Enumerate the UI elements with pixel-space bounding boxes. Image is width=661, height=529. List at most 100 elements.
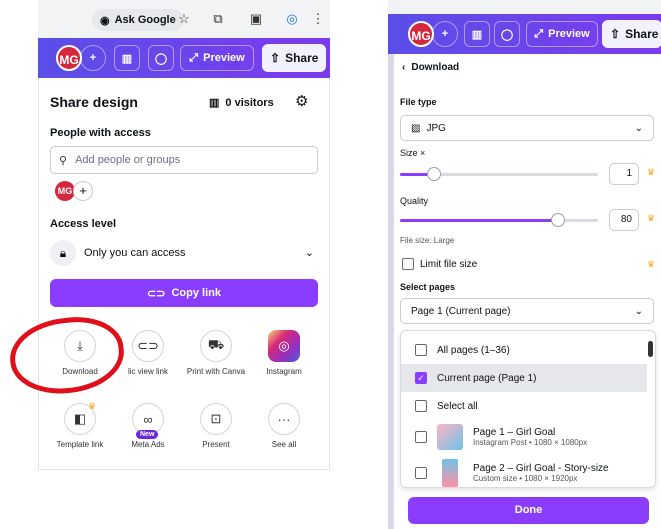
size-input[interactable]: 1 [609,163,639,185]
crown-icon: ♛ [647,259,656,269]
quality-slider-fill [400,219,559,222]
select-pages-dropdown[interactable]: Page 1 (Current page) ⌄ [400,298,654,324]
comments-button[interactable]: ◯ [494,21,520,47]
checkbox [415,431,427,443]
chevron-left-icon: ‹ [402,62,406,73]
meta-ads-option[interactable]: ∞ Meta Ads [113,403,183,449]
size-slider[interactable] [400,167,598,181]
public-view-label: lic view link [127,367,168,376]
add-collaborator-button[interactable]: + [432,21,458,47]
select-all-option[interactable]: Select all [401,392,647,420]
insights-button[interactable]: ▥ [114,45,140,71]
star-icon[interactable]: ☆ [176,11,192,27]
crown-icon: ♛ [647,213,656,223]
template-label: Template link [56,440,104,449]
share-label: Share [625,27,659,41]
people-access-label: People with access [50,127,151,139]
avatar[interactable]: MG [408,21,434,47]
print-label: Print with Canva [186,367,246,376]
comment-icon: ◯ [500,28,514,41]
more-icon: ··· [268,403,300,435]
preview-button[interactable]: ⤢ Preview [526,21,598,47]
add-person-button[interactable]: + [73,181,93,201]
done-button[interactable]: Done [408,497,649,524]
file-type-label: File type [400,97,437,107]
present-option[interactable]: ⊡ Present [181,403,251,449]
comments-button[interactable]: ◯ [148,45,174,71]
editor-toolbar: MG + ▥ ◯ ⤢ Preview ⇧ Share [388,14,661,54]
print-with-canva-option[interactable]: ⛟ Print with Canva [181,330,251,376]
collaborator-avatar[interactable]: MG [55,181,75,201]
link-icon: ⊂⊃ [147,287,166,300]
extensions-icon[interactable]: ⧉ [210,11,226,27]
people-search-input[interactable]: ⚲ Add people or groups [50,146,318,174]
pages-dropdown-menu: All pages (1–36) ✓ Current page (Page 1)… [400,330,656,488]
see-all-option[interactable]: ··· See all [249,403,319,449]
quality-input[interactable]: 80 [609,209,639,231]
share-label: Share [285,51,319,65]
editor-sidebar-edge [388,54,394,529]
page-thumbnail [437,424,463,450]
checkbox [415,467,427,479]
file-type-select[interactable]: ▨ JPG ⌄ [400,115,654,141]
ask-google-button[interactable]: ◉ Ask Google [92,9,184,31]
page-subtitle: Instagram Post • 1080 × 1080px [473,438,588,447]
avatar[interactable]: MG [56,45,82,71]
expand-icon: ⤢ [189,51,199,64]
back-to-share-button[interactable]: ‹ Download [402,62,459,73]
access-level-select[interactable]: 🔒︎ Only you can access ⌄ [50,238,318,268]
preview-label: Preview [203,52,245,64]
share-panel-screenshot: ◉ Ask Google ☆ ⧉ ▣ ◎ ⋮ MG + ▥ ◯ ⤢ Preview… [38,0,330,470]
page-title: Page 2 – Girl Goal - Story-size [473,463,609,474]
option-label: Current page (Page 1) [437,372,537,384]
chart-icon: ▥ [471,28,483,41]
search-icon: ⚲ [59,154,68,167]
file-size-text: File size: Large [400,236,455,245]
gear-icon[interactable]: ⚙ [295,92,308,110]
file-type-value: JPG [426,122,446,134]
quality-label: Quality [400,196,429,206]
chevron-down-icon: ⌄ [634,305,643,317]
kebab-menu-icon[interactable]: ⋮ [310,11,326,27]
page-subtitle: Custom size • 1080 × 1920px [473,474,578,483]
current-page-option[interactable]: ✓ Current page (Page 1) [401,364,647,392]
share-button[interactable]: ⇧ Share [602,20,661,48]
page-2-option[interactable]: Page 2 – Girl Goal - Story-size Custom s… [401,457,647,487]
reading-mode-icon[interactable]: ▣ [248,11,264,27]
comment-icon: ◯ [154,52,168,65]
limit-file-size-label: Limit file size [420,258,478,270]
scrollbar[interactable] [648,341,653,357]
people-placeholder: Add people or groups [75,154,181,166]
share-design-card: Share design ▥ 0 visitors ⚙ People with a… [38,78,330,470]
preview-button[interactable]: ⤢ Preview [180,45,254,71]
size-slider-handle[interactable] [426,167,441,181]
insights-button[interactable]: ▥ [464,21,490,47]
page-1-option[interactable]: Page 1 – Girl Goal Instagram Post • 1080… [401,421,647,453]
quality-slider-handle[interactable] [551,213,566,227]
copy-link-button[interactable]: ⊂⊃ Copy link [50,279,318,307]
download-panel-screenshot: MG + ▥ ◯ ⤢ Preview ⇧ Share ‹ Download File… [388,0,661,529]
profile-icon[interactable]: ◎ [284,11,300,27]
browser-toolbar: ◉ Ask Google ☆ ⧉ ▣ ◎ ⋮ [38,0,330,38]
limit-file-size-checkbox[interactable]: Limit file size [402,258,477,270]
present-label: Present [202,440,230,449]
instagram-icon: ◎ [268,330,300,362]
visitors-button[interactable]: ▥ 0 visitors [209,96,274,110]
instagram-option[interactable]: ◎ Instagram [249,330,319,376]
template-link-option[interactable]: ◧ Template link [45,403,115,449]
chart-icon: ▥ [121,52,133,65]
select-pages-value: Page 1 (Current page) [411,305,511,317]
meta-ads-label: Meta Ads [131,440,165,449]
truck-icon: ⛟ [200,330,232,362]
new-badge: New [136,430,159,439]
option-label: Select all [437,400,478,412]
share-design-title: Share design [50,94,138,110]
all-pages-option[interactable]: All pages (1–36) [401,336,647,364]
quality-slider[interactable] [400,213,598,227]
add-collaborator-button[interactable]: + [80,45,106,71]
share-button[interactable]: ⇧ Share [262,44,327,72]
see-all-label: See all [271,440,297,449]
chevron-down-icon: ⌄ [634,122,643,134]
select-pages-label: Select pages [400,282,456,292]
upload-icon: ⇧ [610,27,621,41]
